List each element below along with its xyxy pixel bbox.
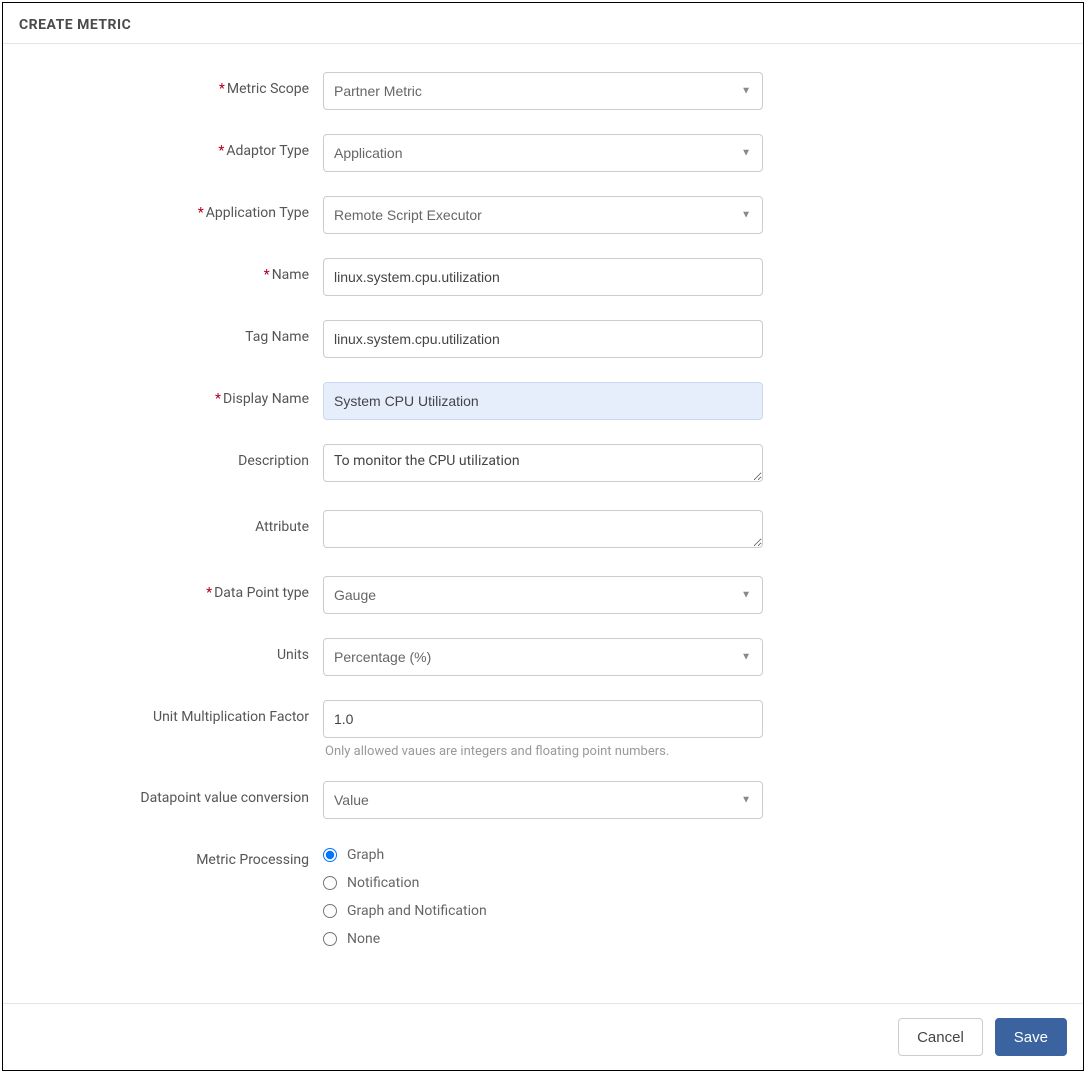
label-text: Metric Processing: [196, 852, 309, 868]
label-text: Tag Name: [245, 329, 309, 345]
row-adaptor-type: *Adaptor Type Application ▼: [27, 134, 1059, 172]
data-point-type-select[interactable]: Gauge: [323, 576, 763, 614]
label-metric-scope: *Metric Scope: [27, 72, 323, 97]
label-text: Datapoint value conversion: [140, 790, 309, 806]
units-select[interactable]: Percentage (%): [323, 638, 763, 676]
label-text: Adaptor Type: [226, 143, 309, 159]
required-mark: *: [219, 81, 225, 97]
row-metric-scope: *Metric Scope Partner Metric ▼: [27, 72, 1059, 110]
required-mark: *: [206, 585, 212, 601]
create-metric-modal: CREATE METRIC *Metric Scope Partner Metr…: [2, 2, 1084, 1071]
label-text: Application Type: [206, 205, 309, 221]
required-mark: *: [218, 143, 224, 159]
radio-label: None: [347, 931, 380, 947]
row-name: *Name: [27, 258, 1059, 296]
label-display-name: *Display Name: [27, 382, 323, 407]
label-text: Units: [277, 647, 309, 663]
label-text: Metric Scope: [227, 81, 309, 97]
label-datapoint-value-conv: Datapoint value conversion: [27, 781, 323, 806]
label-metric-processing: Metric Processing: [27, 843, 323, 868]
radio-label: Graph: [347, 847, 384, 863]
label-units: Units: [27, 638, 323, 663]
description-textarea[interactable]: To monitor the CPU utilization: [323, 444, 763, 482]
row-attribute: Attribute: [27, 510, 1059, 552]
row-display-name: *Display Name: [27, 382, 1059, 420]
label-attribute: Attribute: [27, 510, 323, 535]
label-description: Description: [27, 444, 323, 469]
radio-row-graph[interactable]: Graph: [323, 847, 763, 863]
radio-none[interactable]: [323, 932, 337, 946]
row-description: Description To monitor the CPU utilizati…: [27, 444, 1059, 486]
radio-graph-notification[interactable]: [323, 904, 337, 918]
radio-row-notification[interactable]: Notification: [323, 875, 763, 891]
unit-mult-factor-help: Only allowed vaues are integers and floa…: [323, 744, 763, 759]
row-application-type: *Application Type Remote Script Executor…: [27, 196, 1059, 234]
label-text: Unit Multiplication Factor: [153, 709, 309, 725]
label-text: Description: [238, 453, 309, 469]
label-data-point-type: *Data Point type: [27, 576, 323, 601]
label-text: Data Point type: [214, 585, 309, 601]
radio-label: Notification: [347, 875, 419, 891]
modal-footer: Cancel Save: [3, 1003, 1083, 1070]
row-tag-name: Tag Name: [27, 320, 1059, 358]
metric-scope-select[interactable]: Partner Metric: [323, 72, 763, 110]
label-unit-mult-factor: Unit Multiplication Factor: [27, 700, 323, 725]
attribute-textarea[interactable]: [323, 510, 763, 548]
radio-label: Graph and Notification: [347, 903, 487, 919]
row-datapoint-value-conv: Datapoint value conversion Value ▼: [27, 781, 1059, 819]
required-mark: *: [198, 205, 204, 221]
label-application-type: *Application Type: [27, 196, 323, 221]
label-tag-name: Tag Name: [27, 320, 323, 345]
display-name-input[interactable]: [323, 382, 763, 420]
required-mark: *: [264, 267, 270, 283]
unit-mult-factor-input[interactable]: [323, 700, 763, 738]
radio-notification[interactable]: [323, 876, 337, 890]
label-text: Name: [272, 267, 309, 283]
required-mark: *: [215, 391, 221, 407]
label-text: Display Name: [223, 391, 309, 407]
row-unit-mult-factor: Unit Multiplication Factor Only allowed …: [27, 700, 1059, 759]
row-units: Units Percentage (%) ▼: [27, 638, 1059, 676]
label-text: Attribute: [255, 519, 309, 535]
radio-row-graph-notification[interactable]: Graph and Notification: [323, 903, 763, 919]
modal-header: CREATE METRIC: [3, 3, 1083, 44]
radio-row-none[interactable]: None: [323, 931, 763, 947]
row-data-point-type: *Data Point type Gauge ▼: [27, 576, 1059, 614]
datapoint-value-conv-select[interactable]: Value: [323, 781, 763, 819]
metric-processing-group: Graph Notification Graph and Notificatio…: [323, 843, 763, 947]
adaptor-type-select[interactable]: Application: [323, 134, 763, 172]
label-adaptor-type: *Adaptor Type: [27, 134, 323, 159]
save-button[interactable]: Save: [995, 1018, 1067, 1056]
label-name: *Name: [27, 258, 323, 283]
radio-graph[interactable]: [323, 848, 337, 862]
name-input[interactable]: [323, 258, 763, 296]
modal-body: *Metric Scope Partner Metric ▼ *Adaptor …: [3, 44, 1083, 1003]
tag-name-input[interactable]: [323, 320, 763, 358]
cancel-button[interactable]: Cancel: [898, 1018, 983, 1056]
modal-title: CREATE METRIC: [19, 17, 131, 33]
row-metric-processing: Metric Processing Graph Notification Gra…: [27, 843, 1059, 959]
application-type-select[interactable]: Remote Script Executor: [323, 196, 763, 234]
